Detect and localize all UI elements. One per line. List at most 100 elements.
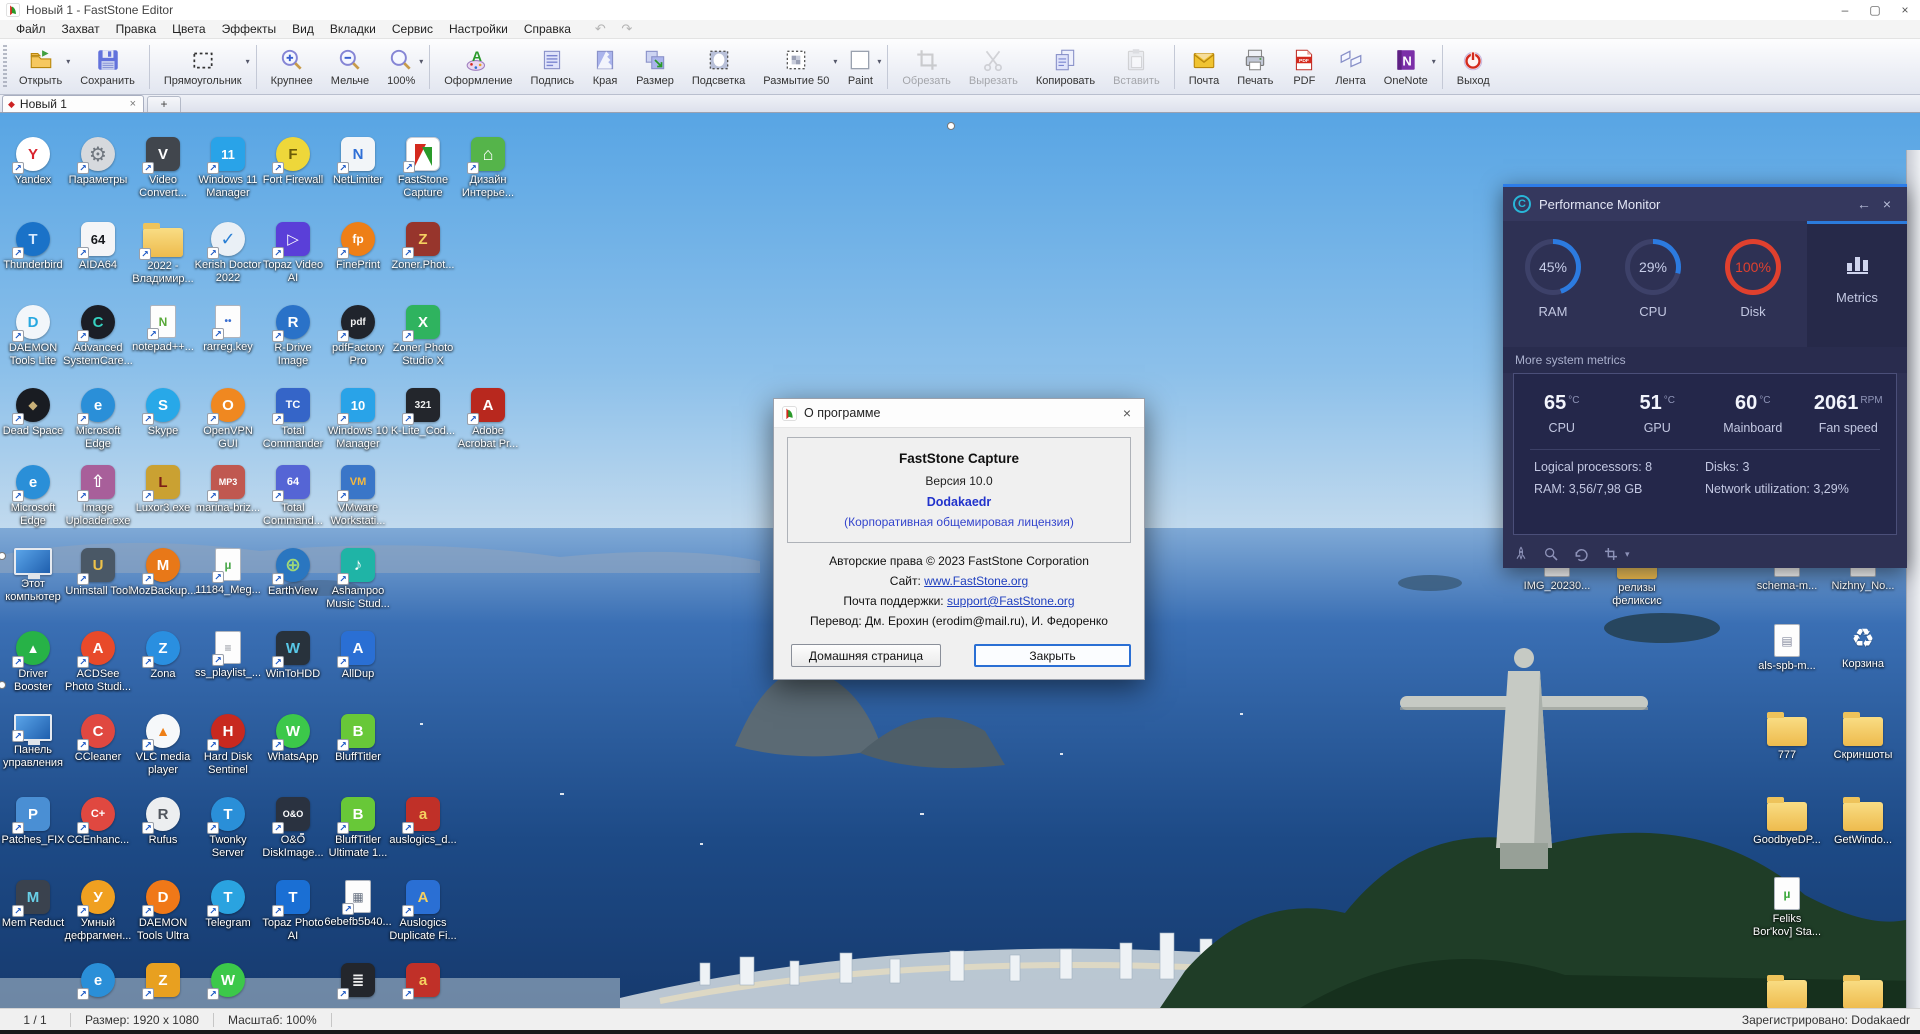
desktop-icon-daemon[interactable]: D ↗ DAEMON Tools Lite xyxy=(0,305,68,368)
desktop-icon-2022-[interactable]: ↗ 2022 - Владимир... xyxy=(128,222,198,286)
desktop-icon-ccenhanc-[interactable]: C+ ↗ CCEnhanc... xyxy=(63,797,133,847)
desktop-icon-netlimiter[interactable]: N ↗ NetLimiter xyxy=(323,137,393,187)
menu-item[interactable]: Захват xyxy=(54,22,108,36)
toolbar-button-save[interactable]: Сохранить xyxy=(71,41,144,93)
desktop-icon-yandex[interactable]: Y ↗ Yandex xyxy=(0,137,68,187)
site-link[interactable]: www.FastStone.org xyxy=(924,574,1028,588)
minimize-button[interactable]: – xyxy=(1830,0,1860,20)
desktop-icon-корзина[interactable]: ♻ Корзина xyxy=(1828,621,1898,671)
desktop-icon-windows-11[interactable]: 11 ↗ Windows 11 Manager xyxy=(193,137,263,200)
undo-redo-icons[interactable]: ↶ ↷ xyxy=(595,21,638,37)
licensee-link[interactable]: Dodakaedr xyxy=(927,495,992,509)
menu-item[interactable]: Вид xyxy=(284,22,322,36)
desktop-icon-total[interactable]: TC ↗ Total Commander xyxy=(258,388,328,451)
toolbar-button-printer[interactable]: Печать xyxy=(1228,41,1282,93)
menu-item[interactable]: Настройки xyxy=(441,22,516,36)
desktop-icon-11184-meg-[interactable]: µ ↗ 11184_Meg... xyxy=(193,548,263,597)
desktop-icon-blufftitler[interactable]: B ↗ BluffTitler Ultimate 1... xyxy=(323,797,393,860)
desktop-icon-driver[interactable]: ▲ ↗ Driver Booster xyxy=(0,631,68,694)
more-system-metrics[interactable]: More system metrics xyxy=(1503,347,1907,373)
desktop-icon-acdsee[interactable]: A ↗ ACDSee Photo Studi... xyxy=(63,631,133,694)
tab-close-icon[interactable]: × xyxy=(128,98,138,110)
toolbar-button-ribbon[interactable]: Лента xyxy=(1326,41,1374,93)
desktop-icon-pdffactory[interactable]: pdf ↗ pdfFactory Pro xyxy=(323,305,393,368)
desktop-icon-microsoft[interactable]: e ↗ Microsoft Edge xyxy=(0,465,68,528)
toolbar-button-zoomin[interactable]: Крупнее xyxy=(262,41,322,93)
rocket-icon[interactable] xyxy=(1513,546,1529,562)
maximize-button[interactable]: ▢ xyxy=(1860,0,1890,20)
back-arrow-icon[interactable]: ← xyxy=(1851,196,1877,212)
menu-item[interactable]: Цвета xyxy=(164,22,213,36)
desktop-icon-ss-playlist-[interactable]: ≡ ↗ ss_playlist_... xyxy=(193,631,263,680)
desktop-icon-alldup[interactable]: A ↗ AllDup xyxy=(323,631,393,681)
desktop-icon-auslogics[interactable]: A ↗ Auslogics Duplicate Fi... xyxy=(388,880,458,943)
desktop-icon-параметры[interactable]: ⚙ ↗ Параметры xyxy=(63,137,133,187)
desktop-icon-topaz-video[interactable]: ▷ ↗ Topaz Video AI xyxy=(258,222,328,285)
desktop-icon-умный[interactable]: У ↗ Умный дефрагмен... xyxy=(63,880,133,943)
undo-icon[interactable] xyxy=(1573,546,1589,562)
desktop-icon-skype[interactable]: S ↗ Skype xyxy=(128,388,198,438)
tab-metrics[interactable]: Metrics xyxy=(1807,221,1907,347)
desktop-icon[interactable] xyxy=(1828,974,1898,1008)
toolbar-button-resizeic[interactable]: Размер xyxy=(627,41,683,93)
toolbar-button-onenote[interactable]: OneNote ▾ xyxy=(1375,41,1437,93)
desktop-icon-rarreg-key[interactable]: •• ↗ rarreg.key xyxy=(193,305,263,354)
docked-panel-strip[interactable] xyxy=(1906,150,1920,1008)
desktop-icon-auslogics-d-[interactable]: a ↗ auslogics_d... xyxy=(388,797,458,847)
desktop-icon-o-o[interactable]: O&O ↗ O&O DiskImage... xyxy=(258,797,328,860)
desktop-icon-r-drive[interactable]: R ↗ R-Drive Image xyxy=(258,305,328,368)
search-icon[interactable] xyxy=(1543,546,1559,562)
desktop-icon-ashampoo[interactable]: ♪ ↗ Ashampoo Music Stud... xyxy=(323,548,393,611)
toolbar-button-blur[interactable]: Размытие 50 ▾ xyxy=(754,41,838,93)
desktop-icon-topaz-photo[interactable]: T ↗ Topaz Photo AI xyxy=(258,880,328,943)
desktop-icon-k-lite-cod-[interactable]: 321 ↗ K-Lite_Cod... xyxy=(388,388,458,438)
desktop-icon-faststone[interactable]: ↗ FastStone Capture xyxy=(388,137,458,200)
desktop-icon-wintohdd[interactable]: W ↗ WinToHDD xyxy=(258,631,328,681)
desktop-icon-total[interactable]: 64 ↗ Total Command... xyxy=(258,465,328,528)
toolbar-button-copy[interactable]: Копировать xyxy=(1027,41,1104,93)
about-dialog-close-icon[interactable]: × xyxy=(1110,399,1144,428)
desktop-icon-mem-reduct[interactable]: M ↗ Mem Reduct xyxy=(0,880,68,930)
desktop-icon-whatsapp[interactable]: W ↗ WhatsApp xyxy=(258,714,328,764)
menu-item[interactable]: Вкладки xyxy=(322,22,384,36)
dropdown-caret-icon[interactable]: ▾ xyxy=(66,57,70,66)
desktop-icon-скриншоты[interactable]: Скриншоты xyxy=(1828,711,1898,762)
toolbar-button-rect[interactable]: Прямоугольник ▾ xyxy=(155,41,251,93)
dropdown-caret-icon[interactable]: ▾ xyxy=(246,57,250,66)
desktop-icon-notepad-[interactable]: N ↗ notepad++... xyxy=(128,305,198,354)
panel-close-icon[interactable]: × xyxy=(1877,196,1897,212)
desktop-icon-patches-fix[interactable]: P ↗ Patches_FIX xyxy=(0,797,68,847)
mail-link[interactable]: support@FastStone.org xyxy=(947,594,1075,608)
desktop-icon[interactable]: a ↗ xyxy=(388,963,458,1000)
dropdown-caret-icon[interactable]: ▾ xyxy=(1432,57,1436,66)
desktop-icon-rufus[interactable]: R ↗ Rufus xyxy=(128,797,198,847)
desktop-icon-thunderbird[interactable]: T ↗ Thunderbird xyxy=(0,222,68,272)
new-tab-button[interactable]: + xyxy=(147,96,181,112)
toolbar-button-edge[interactable]: Края xyxy=(583,41,627,93)
dialog-close-button[interactable]: Закрыть xyxy=(974,644,1131,667)
desktop-icon-aida64[interactable]: 64 ↗ AIDA64 xyxy=(63,222,133,272)
menu-item[interactable]: Файл xyxy=(8,22,54,36)
menu-item[interactable]: Эффекты xyxy=(214,22,285,36)
menu-item[interactable]: Сервис xyxy=(384,22,441,36)
home-page-button[interactable]: Домашняя страница xyxy=(791,644,941,667)
desktop-icon[interactable]: e ↗ xyxy=(63,963,133,1000)
desktop-icon-earthview[interactable]: ⊕ ↗ EarthView xyxy=(258,548,328,598)
desktop-icon-777[interactable]: 777 xyxy=(1752,711,1822,762)
desktop-icon-marina-briz-[interactable]: MP3 ↗ marina-briz... xyxy=(193,465,263,515)
desktop-icon-дизайн[interactable]: ⌂ ↗ Дизайн Интерье... xyxy=(453,137,523,200)
menu-item[interactable]: Правка xyxy=(108,22,165,36)
desktop-icon-kerish-doctor[interactable]: ✓ ↗ Kerish Doctor 2022 xyxy=(193,222,263,285)
desktop-icon-openvpn[interactable]: O ↗ OpenVPN GUI xyxy=(193,388,263,451)
desktop-icon-mozbackup-[interactable]: M ↗ MozBackup... xyxy=(128,548,198,598)
desktop-icon-telegram[interactable]: T ↗ Telegram xyxy=(193,880,263,930)
desktop-icon-vmware[interactable]: VM ↗ VMware Workstati... xyxy=(323,465,393,528)
desktop-icon-luxor3-exe[interactable]: L ↗ Luxor3.exe xyxy=(128,465,198,515)
desktop-icon-microsoft[interactable]: e ↗ Microsoft Edge xyxy=(63,388,133,451)
desktop-icon[interactable]: ≣ ↗ xyxy=(323,963,393,1000)
dropdown-caret-icon[interactable]: ▾ xyxy=(419,57,423,66)
toolbar-button-draw[interactable]: Оформление xyxy=(435,41,521,93)
desktop-icon[interactable]: Z ↗ xyxy=(128,963,198,1000)
desktop-icon-ccleaner[interactable]: C ↗ CCleaner xyxy=(63,714,133,764)
toolbar-button-pdf[interactable]: PDF xyxy=(1282,41,1326,93)
